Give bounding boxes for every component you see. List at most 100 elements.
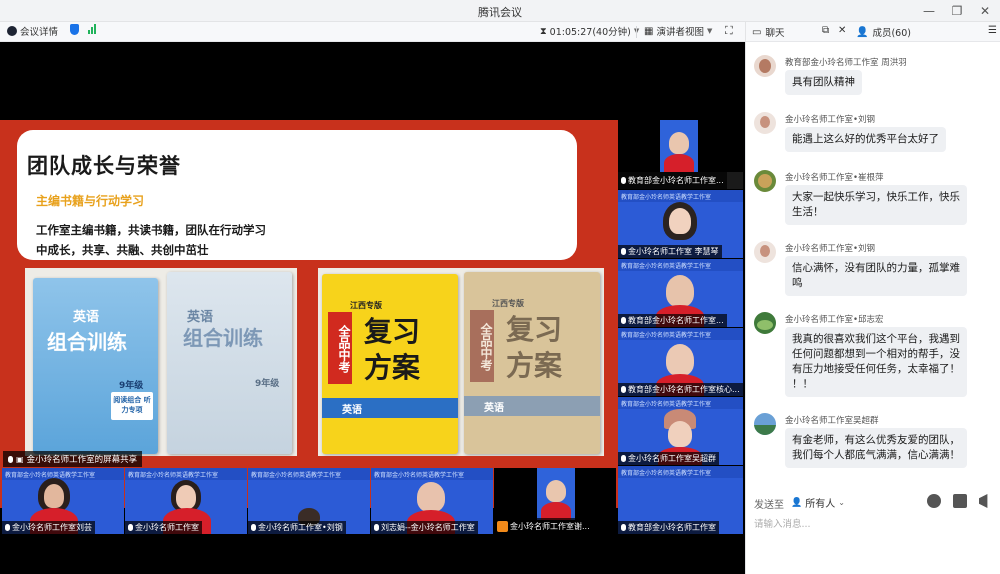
meeting-info-button[interactable]: 会议详情	[7, 24, 58, 38]
message-line: 生活！	[792, 206, 824, 218]
chat-panel: ▭ 聊天 ⧉ ✕ 👤 成员(60) ☰ 教育部金小玲名师工作室 周洪羽 具有团队…	[745, 22, 1000, 574]
folder-icon[interactable]	[953, 494, 967, 508]
message-sender: 金小玲名师工作室•邱志宏	[785, 315, 884, 325]
chat-message-list[interactable]: 教育部金小玲名师工作室 周洪羽 具有团队精神 金小玲名师工作室•刘钢 能遇上这么…	[746, 44, 1000, 504]
slide-body-line: 工作室主编书籍，共读书籍，团队在行动学习	[36, 223, 266, 237]
participant-name: 教育部金小玲名师工作室...	[628, 176, 724, 185]
chat-icon: ▭	[752, 26, 762, 38]
popout-icon: ⧉	[822, 25, 830, 36]
send-target-select[interactable]: 👤 所有人 ⌄	[791, 495, 845, 511]
participant-name: 金小玲名师工作室	[135, 523, 199, 532]
user-avatar-icon	[497, 520, 508, 532]
participant-name-label: 教育部金小玲名师工作室...	[618, 172, 727, 189]
network-status[interactable]	[88, 24, 96, 34]
close-icon: ✕	[838, 25, 847, 36]
participant-tile[interactable]: 金小玲名师工作室谢...	[494, 468, 616, 534]
participant-tile[interactable]: 教育部金小玲名师英语教学工作室 教育部金小玲名师工作室	[618, 466, 743, 534]
microphone-icon	[128, 524, 133, 531]
participant-tile[interactable]: 教育部金小玲名师英语教学工作室 金小玲名师工作室•刘钢	[248, 468, 370, 534]
meeting-info-label: 会议详情	[20, 27, 59, 38]
close-chat-button[interactable]: ✕	[838, 25, 846, 36]
fullscreen-button[interactable]: ⛶	[725, 24, 733, 38]
minimize-icon[interactable]: —	[922, 2, 936, 20]
participant-name-label: 教育部金小玲名师工作室核心...	[618, 383, 743, 396]
participant-tile[interactable]: 教育部金小玲名师英语教学工作室 金小玲名师工作室刘芸	[2, 468, 124, 534]
microphone-icon	[621, 386, 626, 393]
participant-tile[interactable]: 教育部金小玲名师英语教学工作室 教育部金小玲名师工作室核心...	[618, 328, 743, 396]
tencent-meeting-window: 腾讯会议 — ❐ ✕ 会议详情 ⧗ 01:05:27(40分钟) ▼ ▦ 演讲者…	[0, 0, 1000, 574]
menu-icon: ☰	[988, 25, 997, 36]
participant-name-label: 金小玲名师工作室•刘钢	[248, 521, 346, 534]
chevron-down-icon: ▼	[706, 27, 713, 35]
message-sender: 金小玲名师工作室•刘钢	[785, 115, 876, 125]
avatar	[754, 413, 776, 435]
book-side-label: 全品中考	[328, 312, 352, 384]
participant-tile[interactable]: 教育部金小玲名师英语教学工作室 刘志娟--金小玲名师工作室	[371, 468, 493, 534]
participant-tile[interactable]: 教育部金小玲名师英语教学工作室 金小玲名师工作室吴超群	[618, 397, 743, 465]
message-line: 鸣	[792, 277, 803, 289]
view-mode-button[interactable]: ▦ 演讲者视图 ▼	[644, 24, 713, 39]
participant-face	[176, 485, 196, 509]
avatar	[754, 55, 776, 77]
participant-tile[interactable]	[660, 120, 698, 172]
video-stage: 团队成长与荣誉 主编书籍与行动学习 工作室主编书籍，共读书籍，团队在行动学习 中…	[0, 42, 745, 574]
chat-message: 教育部金小玲名师工作室 周洪羽 具有团队精神	[754, 55, 994, 99]
tab-chat-label: 聊天	[765, 28, 785, 39]
message-line: ！！	[792, 378, 813, 390]
meeting-timer[interactable]: ⧗ 01:05:27(40分钟) ▼	[540, 24, 639, 39]
chat-message: 金小玲名师工作室•邱志宏 我真的很喜欢我们这个平台，我遇到 任何问题都想到一个相…	[754, 312, 994, 404]
message-bubble: 我真的很喜欢我们这个平台，我遇到 任何问题都想到一个相对的帮手，没 有压力地接受…	[785, 327, 967, 397]
members-icon: 👤	[856, 26, 869, 38]
chat-message-input[interactable]	[754, 516, 994, 556]
screen-share-text: 金小玲名师工作室的屏幕共享	[26, 455, 138, 465]
book-tag: 阅读组合 听力专项	[111, 392, 153, 420]
menu-button[interactable]: ☰	[988, 25, 997, 36]
avatar	[754, 312, 776, 334]
tab-members[interactable]: 👤 成员(60)	[856, 25, 911, 40]
participant-tile[interactable]: 教育部金小玲名师英语教学工作室 金小玲名师工作室	[125, 468, 247, 534]
close-icon[interactable]: ✕	[978, 2, 992, 20]
tile-banner: 教育部金小玲名师英语教学工作室	[371, 468, 493, 480]
book-title: 英语	[73, 310, 100, 325]
microphone-icon	[5, 524, 10, 531]
book-subtitle: 组合训练	[183, 326, 263, 350]
message-sender: 教育部金小玲名师工作室 周洪羽	[785, 58, 907, 68]
participant-name: 刘志娟--金小玲名师工作室	[381, 523, 475, 532]
security-button[interactable]	[70, 24, 79, 35]
book-photo-left: 英语 组合训练 9年级 阅读组合 听力专项 英语 组合训练 9年级	[25, 268, 297, 456]
participant-name: 金小玲名师工作室•刘钢	[258, 523, 343, 532]
send-to-label: 发送至	[754, 500, 784, 511]
microphone-icon	[621, 248, 626, 255]
book-side-label: 全品中考	[470, 310, 494, 382]
tab-chat[interactable]: ▭ 聊天	[752, 25, 785, 40]
microphone-icon	[251, 524, 256, 531]
participant-face	[668, 421, 692, 447]
avatar	[754, 170, 776, 192]
participant-tile[interactable]: 教育部金小玲名师英语教学工作室 金小玲名师工作室 李慧琴	[618, 190, 743, 258]
participant-tile[interactable]: 教育部金小玲名师工作室...	[618, 172, 743, 189]
participant-name: 教育部金小玲名师工作室核心...	[628, 385, 740, 394]
book-cover: 江西专版 全品中考 复习 方案 英语	[464, 272, 600, 454]
participant-face	[546, 480, 566, 502]
window-controls: — ❐ ✕	[922, 2, 992, 20]
message-line: 任何问题都想到一个相对的帮手，没	[792, 348, 960, 360]
hourglass-icon: ⧗	[540, 25, 547, 37]
message-bubble: 信心满怀，没有团队的力量，孤掌难 鸣	[785, 256, 967, 296]
megaphone-icon[interactable]	[979, 494, 988, 508]
participant-body	[664, 154, 694, 172]
tile-banner: 教育部金小玲名师英语教学工作室	[618, 466, 743, 478]
message-line: 我真的很喜欢我们这个平台，我遇到	[792, 333, 960, 345]
tile-banner: 教育部金小玲名师英语教学工作室	[618, 259, 743, 271]
message-line: 信心满怀，没有团队的力量，孤掌难	[792, 262, 960, 274]
emoji-icon[interactable]	[927, 494, 941, 508]
tile-banner: 教育部金小玲名师英语教学工作室	[618, 328, 743, 340]
message-bubble: 大家一起快乐学习，快乐工作，快乐 生活！	[785, 185, 967, 225]
popout-button[interactable]: ⧉	[822, 25, 829, 36]
restore-icon[interactable]: ❐	[950, 2, 964, 20]
tile-banner: 教育部金小玲名师英语教学工作室	[618, 190, 743, 202]
signal-icon	[88, 24, 96, 34]
participant-video	[537, 468, 575, 520]
tile-banner: 教育部金小玲名师英语教学工作室	[248, 468, 370, 480]
participant-name: 教育部金小玲名师工作室	[628, 523, 716, 532]
participant-tile[interactable]: 教育部金小玲名师英语教学工作室 教育部金小玲名师工作室...	[618, 259, 743, 327]
